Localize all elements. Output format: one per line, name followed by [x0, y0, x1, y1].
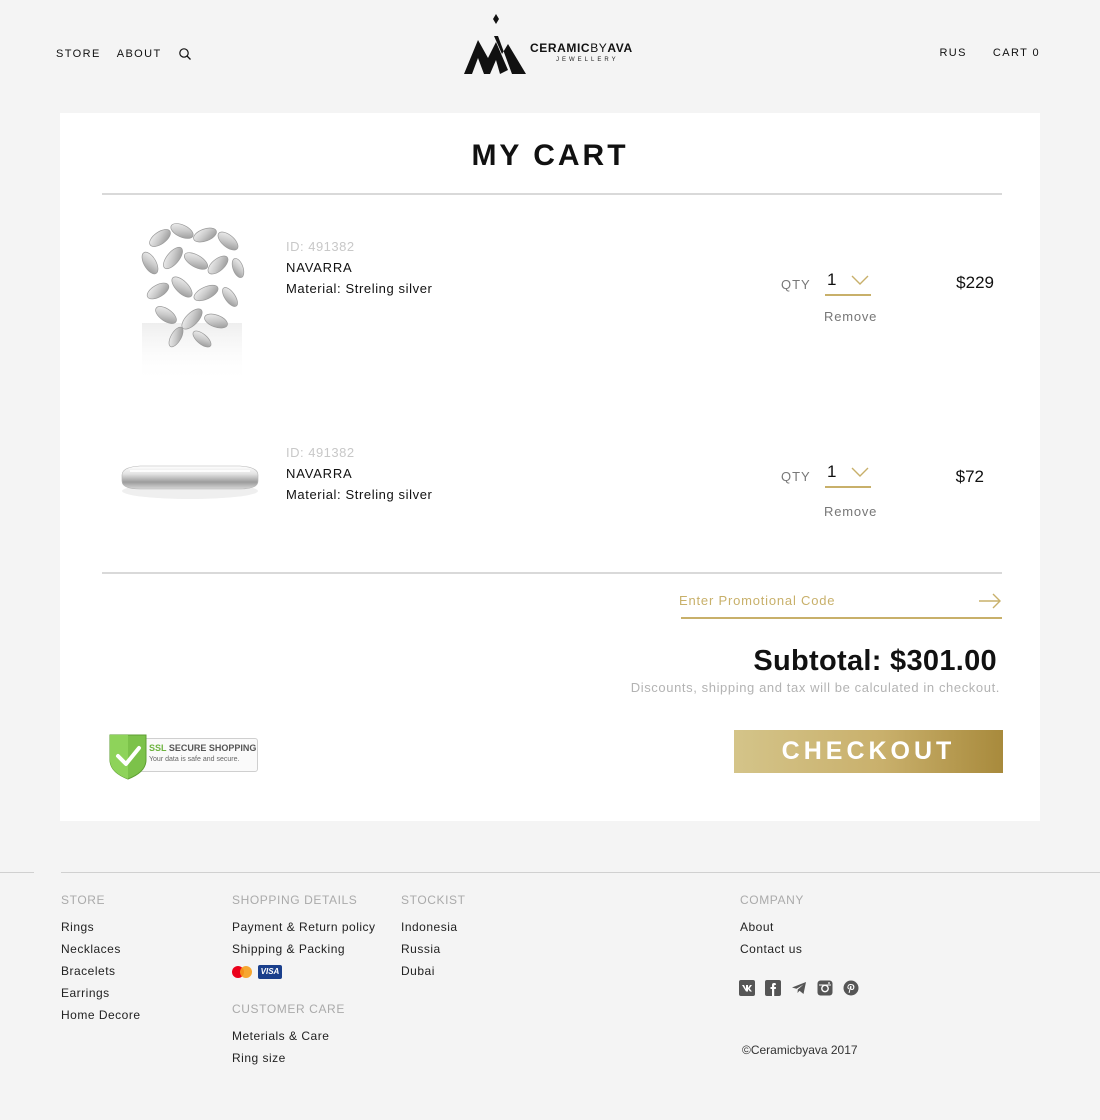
- ssl-badge: SSL SECURE SHOPPING Your data is safe an…: [108, 732, 258, 780]
- footer-link-materials-care[interactable]: Meterials & Care: [232, 1029, 329, 1043]
- payment-methods: VISA: [231, 965, 282, 979]
- product-image-band-ring[interactable]: [110, 441, 270, 511]
- footer-link-rings[interactable]: Rings: [61, 920, 94, 934]
- footer-link-necklaces[interactable]: Necklaces: [61, 942, 121, 956]
- subtotal: Subtotal: $301.00: [753, 645, 997, 677]
- product-id: ID: 491382: [286, 239, 355, 254]
- logo-subtitle: JEWELLERY: [556, 57, 619, 63]
- footer-link-dubai[interactable]: Dubai: [401, 964, 435, 978]
- chevron-down-icon: [851, 275, 869, 285]
- promo-code-field: [679, 587, 1002, 619]
- divider: [102, 572, 1002, 574]
- footer-care-heading: CUSTOMER CARE: [232, 1002, 345, 1016]
- product-material: Material: Streling silver: [286, 487, 433, 502]
- promo-code-input[interactable]: [679, 593, 969, 608]
- social-links: [739, 980, 859, 996]
- item-price: $72: [955, 467, 984, 486]
- header-actions: RUS CART 0: [939, 47, 1040, 59]
- footer-shopping-heading: SHOPPING DETAILS: [232, 893, 358, 907]
- subtotal-note: Discounts, shipping and tax will be calc…: [630, 680, 1000, 695]
- product-image-leaf-ring[interactable]: [110, 213, 270, 385]
- footer-divider: [61, 872, 1100, 873]
- checkout-button[interactable]: CHECKOUT: [734, 730, 1003, 773]
- footer-link-about[interactable]: About: [740, 920, 774, 934]
- logo-word-ceramic: CERAMIC: [530, 41, 591, 55]
- quantity-select[interactable]: 1: [825, 270, 871, 296]
- language-switch[interactable]: RUS: [939, 47, 966, 59]
- footer-link-earrings[interactable]: Earrings: [61, 986, 110, 1000]
- ssl-subtitle: Your data is safe and secure.: [149, 756, 240, 763]
- footer-link-contact[interactable]: Contact us: [740, 942, 802, 956]
- instagram-icon[interactable]: [817, 980, 833, 996]
- divider: [102, 193, 1002, 195]
- pinterest-icon[interactable]: [843, 980, 859, 996]
- footer-link-payment-return[interactable]: Payment & Return policy: [232, 920, 376, 934]
- footer-link-russia[interactable]: Russia: [401, 942, 441, 956]
- telegram-icon[interactable]: [791, 980, 807, 996]
- quantity-value: 1: [827, 462, 837, 481]
- chevron-down-icon: [851, 467, 869, 477]
- logo-wordmark: CERAMICBYAVA: [530, 41, 633, 55]
- quantity-select[interactable]: 1: [825, 462, 871, 488]
- logo-word-by: BY: [590, 41, 608, 55]
- footer-divider-left: [0, 872, 34, 873]
- copyright: ©Ceramicbyava 2017: [742, 1043, 858, 1057]
- footer-store-heading: STORE: [61, 893, 106, 907]
- site-header: STORE ABOUT CERAMICBYAVA JEWELLERY RUS C…: [0, 0, 1100, 100]
- brand-logo[interactable]: CERAMICBYAVA JEWELLERY: [464, 14, 634, 76]
- quantity-value: 1: [827, 270, 837, 289]
- product-id: ID: 491382: [286, 445, 355, 460]
- footer-link-home-decore[interactable]: Home Decore: [61, 1008, 141, 1022]
- product-name[interactable]: NAVARRA: [286, 466, 353, 481]
- remove-item-button[interactable]: Remove: [824, 504, 877, 519]
- visa-icon: VISA: [258, 965, 282, 979]
- cart-item: ID: 491382 NAVARRA Material: Streling si…: [102, 213, 1002, 393]
- ssl-title: SSL SECURE SHOPPING: [149, 743, 257, 753]
- main-nav: STORE ABOUT: [56, 47, 192, 61]
- product-name[interactable]: NAVARRA: [286, 260, 353, 275]
- footer-stockist-heading: STOCKIST: [401, 893, 466, 907]
- qty-label: QTY: [781, 469, 811, 484]
- qty-label: QTY: [781, 277, 811, 292]
- facebook-icon[interactable]: [765, 980, 781, 996]
- footer-link-shipping-packing[interactable]: Shipping & Packing: [232, 942, 345, 956]
- nav-about-link[interactable]: ABOUT: [117, 48, 162, 60]
- mastercard-icon: [232, 966, 252, 978]
- shield-check-icon: [109, 734, 147, 780]
- footer-link-indonesia[interactable]: Indonesia: [401, 920, 458, 934]
- item-price: $229: [956, 273, 994, 292]
- remove-item-button[interactable]: Remove: [824, 309, 877, 324]
- vk-icon[interactable]: [739, 980, 755, 996]
- logo-mark-icon: [464, 14, 526, 74]
- search-icon[interactable]: [178, 47, 192, 61]
- footer-link-ring-size[interactable]: Ring size: [232, 1051, 286, 1065]
- footer-company-heading: COMPANY: [740, 893, 804, 907]
- arrow-right-icon[interactable]: [978, 593, 1002, 609]
- product-material: Material: Streling silver: [286, 281, 433, 296]
- logo-word-ava: AVA: [607, 41, 633, 55]
- nav-store-link[interactable]: STORE: [56, 48, 101, 60]
- footer-link-bracelets[interactable]: Bracelets: [61, 964, 116, 978]
- cart-link[interactable]: CART 0: [993, 47, 1040, 59]
- cart-panel: MY CART ID: 491382 NAVARRA Material: Str…: [60, 113, 1040, 821]
- page-title: MY CART: [471, 139, 629, 172]
